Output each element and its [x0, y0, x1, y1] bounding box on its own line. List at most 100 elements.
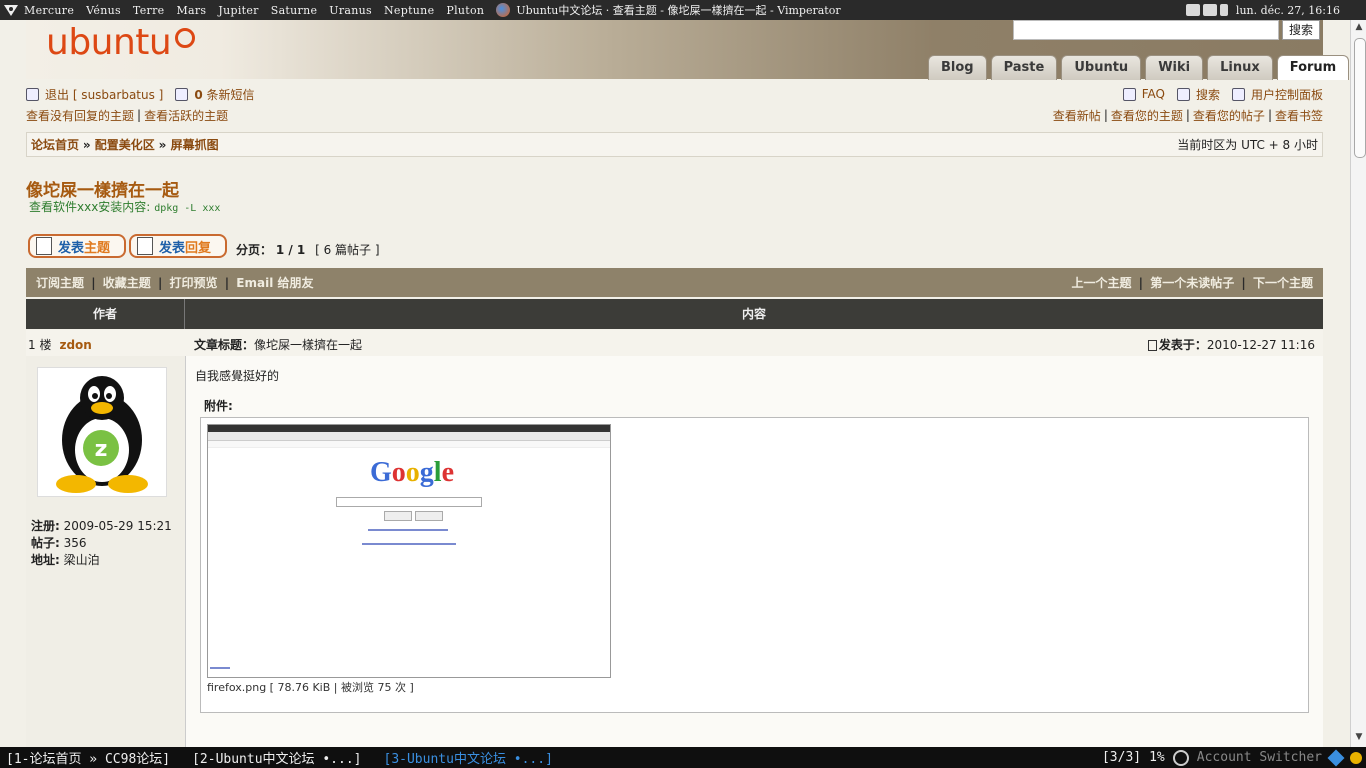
- workspace-mercure[interactable]: Mercure: [24, 4, 74, 17]
- attachment-caption[interactable]: firefox.png [ 78.76 KiB | 被浏览 75 次 ]: [207, 679, 414, 695]
- tray-network-icon[interactable]: [1185, 4, 1200, 16]
- workspace-terre[interactable]: Terre: [133, 4, 165, 17]
- active-topics-link[interactable]: 查看活跃的主题: [144, 107, 228, 124]
- subscribe-topic-link[interactable]: 订阅主题: [36, 276, 84, 290]
- ubuntu-circle-icon: [175, 28, 196, 48]
- workspace-saturne[interactable]: Saturne: [271, 4, 318, 17]
- tab-ubuntu[interactable]: Ubuntu: [1061, 55, 1142, 80]
- attachment-box: Google firefox.png [ 78.76 KiB | 被浏览 75 …: [200, 417, 1309, 713]
- attachment-label: 附件:: [204, 399, 233, 413]
- search-link[interactable]: 搜索: [1196, 86, 1220, 103]
- account-switcher-icon[interactable]: [1172, 749, 1189, 766]
- tab-blog[interactable]: Blog: [928, 55, 987, 80]
- logout-icon: [26, 87, 39, 101]
- print-view-link[interactable]: 打印预览: [170, 276, 218, 290]
- avatar[interactable]: z: [37, 367, 167, 497]
- tray-battery-icon[interactable]: [1202, 4, 1217, 16]
- scroll-up-arrow-icon[interactable]: ▲: [1354, 22, 1364, 32]
- post-time: 发表于：2010-12-27 11:16: [1147, 336, 1315, 353]
- post-author-panel: z 注册: 2009-05-29 15:21 帖子: 356 地址: 梁山泊: [26, 356, 186, 747]
- attachment-image[interactable]: Google: [207, 424, 611, 678]
- buffer-tab-1[interactable]: [1-论坛首页 » CC98论坛]: [6, 748, 170, 767]
- page-scrollbar[interactable]: ▲ ▼: [1350, 20, 1366, 747]
- content-column-header: 内容: [741, 307, 766, 321]
- scroll-percent: 1%: [1149, 750, 1165, 765]
- unanswered-topics-link[interactable]: 查看没有回复的主题: [26, 107, 134, 124]
- system-top-bar: Mercure Vénus Terre Mars Jupiter Saturne…: [0, 0, 1366, 20]
- email-friend-link[interactable]: Email 给朋友: [236, 276, 313, 290]
- pm-icon: [175, 87, 189, 101]
- window-title: Ubuntu中文论坛 · 查看主题 - 像坨屎一樣擠在一起 - Vimperat…: [516, 4, 841, 17]
- breadcrumb-category[interactable]: 配置美化区: [95, 138, 155, 152]
- workspace-jupiter[interactable]: Jupiter: [218, 4, 258, 17]
- previous-topic-link[interactable]: 上一个主题: [1071, 276, 1131, 290]
- tab-forum[interactable]: Forum: [1276, 55, 1350, 80]
- your-posts-link[interactable]: 查看您的帖子: [1193, 107, 1265, 124]
- ucp-link[interactable]: 用户控制面板: [1251, 86, 1323, 103]
- quick-links: 查看没有回复的主题 | 查看活跃的主题 查看新帖 | 查看您的主题 | 查看您的帖子 |…: [26, 107, 1323, 124]
- user-bar: 退出 [ susbarbatus ] 0 条新短信 FAQ 搜索 用户控制面板: [26, 85, 1323, 103]
- workspace-mars[interactable]: Mars: [176, 4, 206, 17]
- buffer-position: [3/3]: [1101, 750, 1142, 765]
- workspace-pluton[interactable]: Pluton: [446, 4, 484, 17]
- buffer-tab-3[interactable]: [3-Ubuntu中文论坛 •...]: [384, 748, 553, 767]
- new-topic-button[interactable]: 发表 主题: [28, 234, 126, 258]
- bookmark-topic-link[interactable]: 收藏主题: [103, 276, 151, 290]
- scroll-down-arrow-icon[interactable]: ▼: [1354, 732, 1364, 742]
- faq-icon: [1122, 87, 1136, 101]
- vimperator-statusbar: [1-论坛首页 » CC98论坛] [2-Ubuntu中文论坛 •...] [3…: [0, 747, 1366, 768]
- site-search-button[interactable]: 搜索: [1282, 20, 1320, 40]
- topic-toolbar: 订阅主题 | 收藏主题 | 打印预览 | Email 给朋友 上一个主题 | 第…: [26, 268, 1323, 297]
- pagination: 分页： 1 / 1 [ 6 篇帖子 ]: [236, 243, 380, 257]
- clock[interactable]: lun. déc. 27, 16:16: [1236, 4, 1340, 17]
- desktop-logo-icon[interactable]: [2, 1, 20, 19]
- author-column-header: 作者: [26, 299, 185, 329]
- post-content-panel: 自我感覺挺好的 附件: Google firefox.png [ 78.76 K…: [186, 356, 1323, 747]
- bookmarks-link[interactable]: 查看书签: [1275, 107, 1323, 124]
- post-body: 自我感覺挺好的: [195, 369, 280, 383]
- ubuntu-logo[interactable]: ubuntu: [46, 22, 196, 63]
- post-floor: 1 楼: [28, 338, 52, 352]
- faq-link[interactable]: FAQ: [1142, 87, 1165, 101]
- workspace-neptune[interactable]: Neptune: [384, 4, 434, 17]
- forum-page: ubuntu 搜索 Blog Paste Ubuntu Wiki Linux F…: [26, 20, 1350, 747]
- breadcrumb: 论坛首页 » 配置美化区 » 屏幕抓图 当前时区为 UTC + 8 小时: [26, 132, 1323, 157]
- post-author-link[interactable]: zdon: [59, 338, 91, 352]
- your-topics-link[interactable]: 查看您的主题: [1111, 107, 1183, 124]
- new-posts-link[interactable]: 查看新帖: [1053, 107, 1101, 124]
- smiley-icon[interactable]: [1350, 751, 1362, 764]
- tab-paste[interactable]: Paste: [990, 55, 1058, 80]
- pm-count: 0: [194, 87, 203, 102]
- tux-avatar-icon: z: [56, 376, 148, 493]
- breadcrumb-forum[interactable]: 屏幕抓图: [171, 138, 219, 152]
- post-reply-button[interactable]: 发表 回复: [129, 234, 227, 258]
- workspace-uranus[interactable]: Uranus: [329, 4, 372, 17]
- new-topic-icon: [36, 237, 52, 255]
- addon-icon[interactable]: [1327, 749, 1345, 766]
- browser-viewport: ubuntu 搜索 Blog Paste Ubuntu Wiki Linux F…: [0, 20, 1350, 747]
- site-search-input[interactable]: [1013, 20, 1279, 40]
- posts-table-header: 作者 内容: [26, 299, 1323, 329]
- google-logo-thumbnail: Google: [370, 457, 454, 488]
- breadcrumb-home[interactable]: 论坛首页: [31, 138, 79, 152]
- buffer-tab-2[interactable]: [2-Ubuntu中文论坛 •...]: [192, 748, 361, 767]
- workspace-venus[interactable]: Vénus: [86, 4, 121, 17]
- svg-text:z: z: [95, 437, 108, 462]
- pm-link[interactable]: 0 条新短信: [194, 86, 254, 103]
- tab-linux[interactable]: Linux: [1207, 55, 1273, 80]
- account-switcher[interactable]: Account Switcher: [1197, 750, 1322, 765]
- post-subject: 文章标题：像坨屎一樣擠在一起: [194, 338, 363, 352]
- first-unread-link[interactable]: 第一个未读帖子: [1150, 276, 1234, 290]
- site-header: ubuntu 搜索 Blog Paste Ubuntu Wiki Linux F…: [26, 20, 1350, 80]
- scrollbar-thumb[interactable]: [1354, 38, 1366, 158]
- next-topic-link[interactable]: 下一个主题: [1253, 276, 1313, 290]
- logout-link[interactable]: 退出 [ susbarbatus ]: [45, 86, 163, 103]
- firefox-icon: [496, 3, 511, 17]
- tab-wiki[interactable]: Wiki: [1145, 55, 1204, 80]
- topic-description: 查看软件xxx安装内容: dpkg -L xxx: [29, 200, 221, 214]
- site-tabs: Blog Paste Ubuntu Wiki Linux Forum: [928, 55, 1350, 80]
- post-doc-icon: [1147, 340, 1157, 351]
- search-icon: [1176, 87, 1190, 101]
- tray-volume-icon[interactable]: [1219, 4, 1228, 16]
- system-tray: [1185, 4, 1228, 16]
